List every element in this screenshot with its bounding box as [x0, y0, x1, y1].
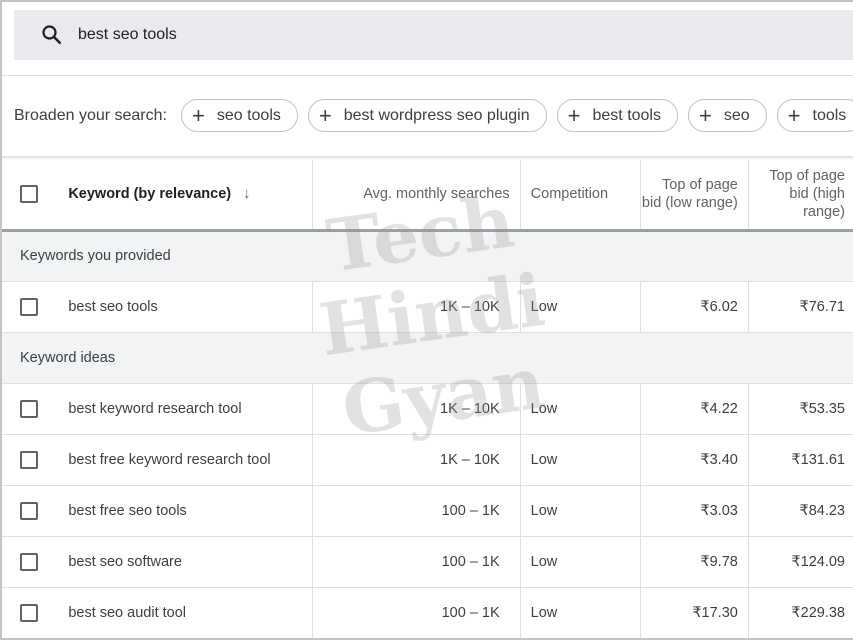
bid-high-cell: ₹76.71	[748, 281, 853, 333]
search-bar[interactable]: best seo tools	[14, 10, 853, 60]
divider	[2, 75, 853, 76]
plus-icon: +	[698, 102, 712, 128]
row-select-cell	[2, 383, 56, 435]
row-checkbox[interactable]	[19, 297, 38, 316]
chip-label: best wordpress seo plugin	[343, 106, 530, 124]
row-checkbox[interactable]	[19, 501, 38, 520]
row-checkbox[interactable]	[19, 399, 38, 418]
keyword-cell: best keyword research tool	[55, 383, 313, 435]
avg-searches-cell: 100 – 1K	[312, 536, 521, 588]
competition-cell: Low	[520, 383, 642, 435]
keyword-table: Keyword (by relevance) ↓ Avg. monthly se…	[2, 160, 853, 638]
broaden-chip[interactable]: + seo tools	[180, 99, 298, 132]
bid-low-cell: ₹9.78	[640, 536, 749, 588]
competition-cell: Low	[520, 281, 642, 333]
table-row: best seo audit tool 100 – 1K Low ₹17.30 …	[2, 587, 853, 638]
row-select-cell	[2, 536, 56, 588]
row-select-cell	[2, 281, 56, 333]
broaden-chip[interactable]: + best tools	[556, 99, 678, 132]
broaden-chip[interactable]: + tools	[776, 99, 853, 132]
chip-label: seo	[723, 106, 750, 124]
plus-icon: +	[191, 102, 205, 128]
bid-low-cell: ₹6.02	[640, 281, 749, 333]
broaden-search: Broaden your search: + seo tools + best wor…	[14, 99, 853, 132]
table-row: best seo tools 1K – 10K Low ₹6.02 ₹76.71	[2, 281, 853, 333]
header-keyword-label: Keyword (by relevance)	[68, 186, 232, 203]
chip-label: tools	[812, 106, 847, 124]
row-select-cell	[2, 434, 56, 486]
keyword-cell: best seo audit tool	[55, 587, 313, 638]
broaden-chip[interactable]: + best wordpress seo plugin	[307, 99, 547, 132]
bid-high-cell: ₹229.38	[748, 587, 853, 638]
keyword-cell: best free keyword research tool	[55, 434, 313, 486]
chip-label: seo tools	[216, 106, 281, 124]
section-title: Keyword ideas	[2, 332, 853, 384]
bid-high-cell: ₹53.35	[748, 383, 853, 435]
header-avg-searches[interactable]: Avg. monthly searches	[312, 160, 521, 232]
plus-icon: +	[567, 102, 581, 128]
avg-searches-cell: 100 – 1K	[312, 587, 521, 638]
avg-searches-cell: 1K – 10K	[312, 281, 521, 333]
keyword-cell: best seo tools	[55, 281, 313, 333]
row-checkbox[interactable]	[19, 552, 38, 571]
competition-cell: Low	[520, 485, 642, 537]
header-bid-low[interactable]: Top of page bid (low range)	[640, 160, 749, 232]
select-all-checkbox[interactable]	[19, 185, 38, 204]
broaden-label: Broaden your search:	[14, 106, 167, 124]
table-row: best seo software 100 – 1K Low ₹9.78 ₹12…	[2, 536, 853, 588]
arrow-down-icon: ↓	[243, 186, 251, 203]
header-bid-high[interactable]: Top of page bid (high range)	[748, 160, 853, 232]
bid-low-cell: ₹4.22	[640, 383, 749, 435]
keyword-cell: best seo software	[55, 536, 313, 588]
avg-searches-cell: 100 – 1K	[312, 485, 521, 537]
search-icon	[42, 25, 62, 45]
table-row: best keyword research tool 1K – 10K Low …	[2, 383, 853, 435]
bid-low-cell: ₹17.30	[640, 587, 749, 638]
bid-high-cell: ₹131.61	[748, 434, 853, 486]
row-select-cell	[2, 485, 56, 537]
competition-cell: Low	[520, 434, 642, 486]
chip-label: best tools	[592, 106, 661, 124]
keyword-planner: best seo tools Broaden your search: + seo…	[0, 0, 853, 640]
plus-icon: +	[787, 102, 801, 128]
competition-cell: Low	[520, 536, 642, 588]
competition-cell: Low	[520, 587, 642, 638]
row-select-cell	[2, 587, 56, 638]
row-checkbox[interactable]	[19, 603, 38, 622]
bid-high-cell: ₹124.09	[748, 536, 853, 588]
avg-searches-cell: 1K – 10K	[312, 383, 521, 435]
header-competition[interactable]: Competition	[520, 160, 642, 232]
table-row: best free seo tools 100 – 1K Low ₹3.03 ₹…	[2, 485, 853, 537]
section-row: Keywords you provided	[2, 230, 853, 282]
plus-icon: +	[318, 102, 332, 128]
row-checkbox[interactable]	[19, 450, 38, 469]
bid-high-cell: ₹84.23	[748, 485, 853, 537]
header-keyword[interactable]: Keyword (by relevance) ↓	[55, 160, 313, 232]
keyword-cell: best free seo tools	[55, 485, 313, 537]
section-row: Keyword ideas	[2, 332, 853, 384]
bid-low-cell: ₹3.40	[640, 434, 749, 486]
table-row: best free keyword research tool 1K – 10K…	[2, 434, 853, 486]
section-title: Keywords you provided	[2, 230, 853, 282]
search-query[interactable]: best seo tools	[78, 26, 177, 44]
select-all-cell	[2, 160, 56, 232]
avg-searches-cell: 1K – 10K	[312, 434, 521, 486]
bid-low-cell: ₹3.03	[640, 485, 749, 537]
broaden-chip[interactable]: + seo	[687, 99, 767, 132]
table-header: Keyword (by relevance) ↓ Avg. monthly se…	[2, 160, 853, 232]
